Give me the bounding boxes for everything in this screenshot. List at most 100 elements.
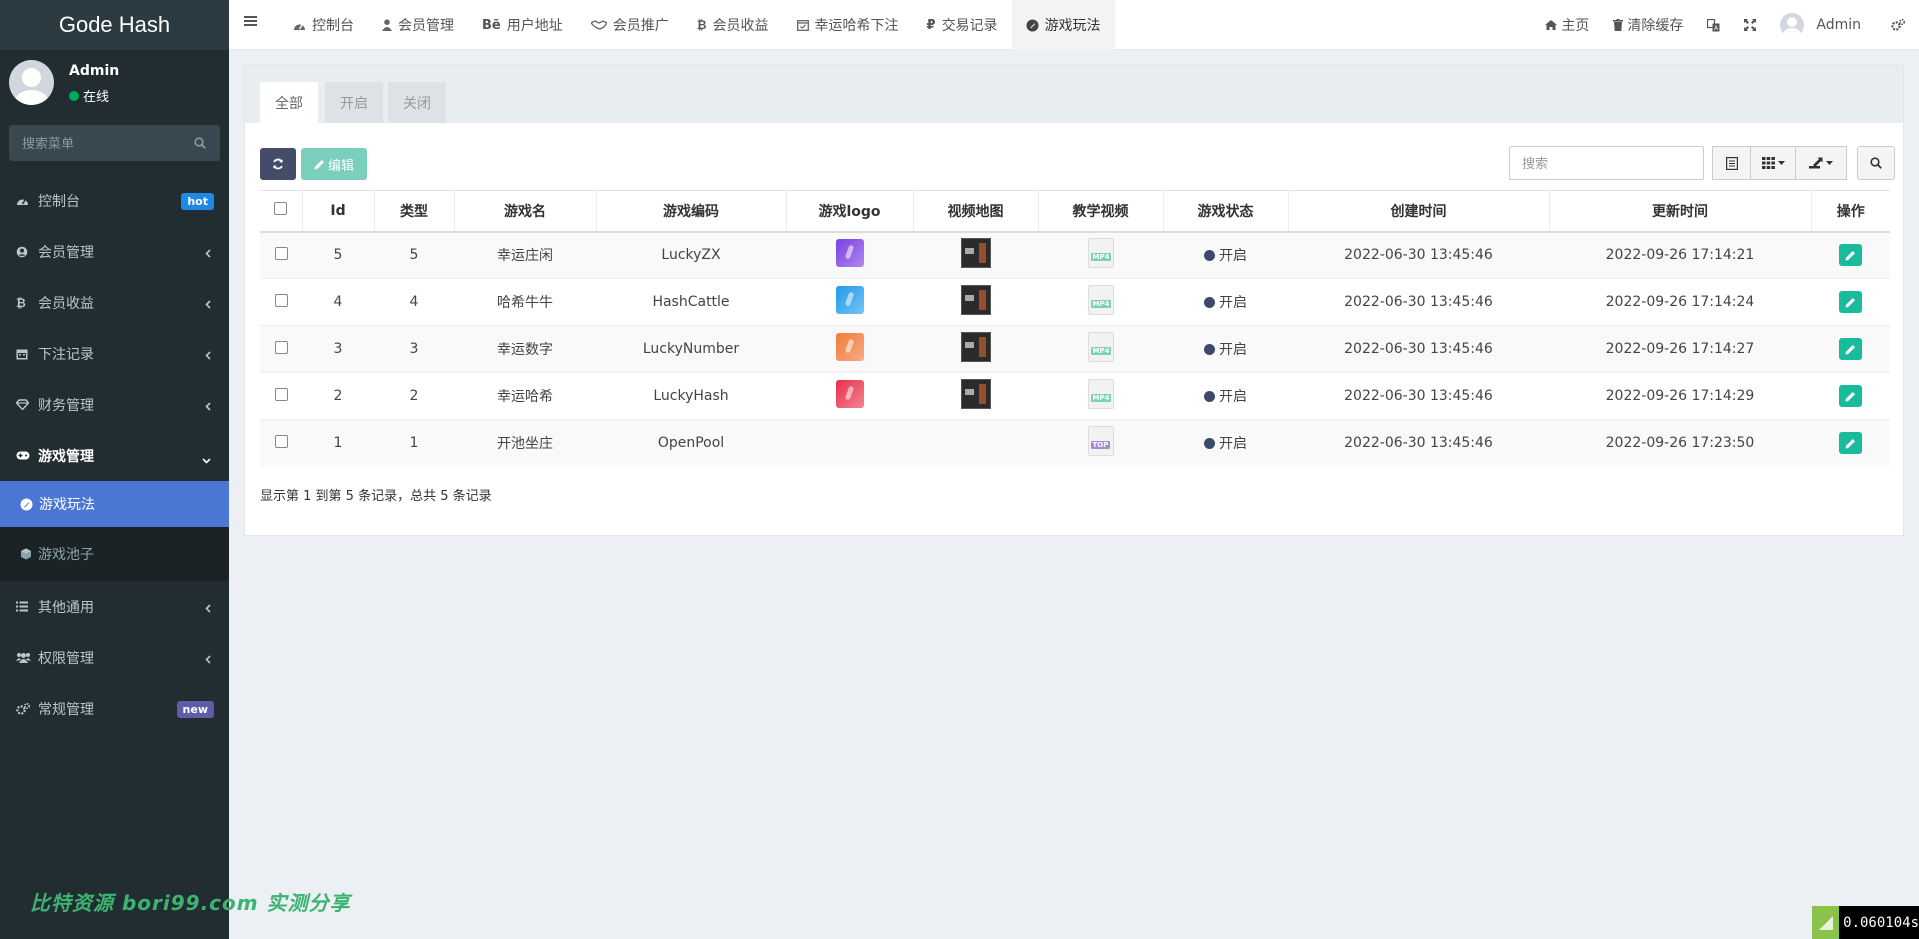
home-label: 主页 <box>1561 18 1590 34</box>
row-checkbox[interactable] <box>274 434 288 448</box>
cogs-icon <box>16 702 34 715</box>
column-header-game-code[interactable]: 游戏编码 <box>596 190 787 233</box>
select-all-checkbox[interactable] <box>274 202 288 216</box>
game-logo-image[interactable] <box>835 239 864 268</box>
tab-game-rules[interactable]: 游戏玩法 <box>1011 0 1115 50</box>
column-header-id[interactable]: Id <box>302 190 375 233</box>
list-icon <box>16 601 34 612</box>
status-label: 开启 <box>1219 389 1247 405</box>
table-row[interactable]: 5 5 幸运庄闲 LuckyZX MP4 开启 2022-06-30 13:45:46 202… <box>260 231 1890 279</box>
video-map-thumbnail[interactable] <box>960 285 991 315</box>
column-header-game-name[interactable]: 游戏名 <box>454 190 597 233</box>
row-edit-button[interactable] <box>1839 291 1862 313</box>
table-row[interactable]: 2 2 幸运哈希 LuckyHash MP4 开启 2022-06-30 13:45:46 2… <box>260 372 1890 420</box>
video-map-thumbnail[interactable] <box>960 379 991 409</box>
game-logo-image[interactable] <box>835 286 864 314</box>
app-logo[interactable]: Gode Hash <box>0 0 229 50</box>
sidebar-search-input[interactable] <box>9 125 220 161</box>
tab-all[interactable]: 全部 <box>260 82 318 123</box>
translate-button[interactable]: A <box>1695 18 1732 32</box>
sidebar-subitem-game-rules[interactable]: 游戏玩法 <box>0 481 229 527</box>
refresh-button[interactable] <box>260 148 296 180</box>
row-edit-button[interactable] <box>1839 244 1862 267</box>
sidebar-subitem-game-pool[interactable]: 游戏池子 <box>0 527 229 581</box>
video-file-icon[interactable]: MP4 <box>1087 285 1114 315</box>
user-menu[interactable]: Admin <box>1768 13 1879 37</box>
column-header-game-status[interactable]: 游戏状态 <box>1163 190 1289 233</box>
tab-transactions[interactable]: ₽ 交易记录 <box>913 0 1012 50</box>
file-type-tag: MP4 <box>1090 300 1112 308</box>
sidebar-item-permissions[interactable]: 权限管理 <box>0 632 229 683</box>
row-edit-button[interactable] <box>1839 338 1862 360</box>
toggle-view-button[interactable] <box>1712 146 1751 180</box>
columns-dropdown-button[interactable] <box>1750 146 1796 180</box>
game-logo-image[interactable] <box>835 333 864 361</box>
video-map-thumbnail[interactable] <box>960 332 991 362</box>
tab-enabled[interactable]: 开启 <box>325 82 383 123</box>
users-icon <box>16 652 34 663</box>
row-checkbox[interactable] <box>274 340 288 354</box>
search-icon[interactable] <box>194 137 206 153</box>
row-edit-button[interactable] <box>1839 432 1862 455</box>
settings-button[interactable] <box>1879 19 1919 31</box>
cell-game-code: OpenPool <box>596 419 786 467</box>
home-link[interactable]: 主页 <box>1533 15 1601 35</box>
table-search-input[interactable] <box>1509 146 1704 180</box>
row-checkbox[interactable] <box>274 246 288 260</box>
hamburger-menu-icon[interactable] <box>244 15 257 31</box>
advanced-search-button[interactable] <box>1857 146 1895 180</box>
edit-button[interactable]: 编辑 <box>301 148 367 180</box>
chevron-left-icon <box>205 652 211 668</box>
cell-game-code: LuckyHash <box>596 372 786 420</box>
row-checkbox[interactable] <box>274 293 288 307</box>
sidebar-item-finance[interactable]: 财务管理 <box>0 379 229 430</box>
fullscreen-button[interactable] <box>1732 19 1768 31</box>
table-row[interactable]: 4 4 哈希牛牛 HashCattle MP4 开启 2022-06-30 13:45:46… <box>260 278 1890 326</box>
avatar <box>1780 13 1805 37</box>
clear-cache-button[interactable]: 清除缓存 <box>1601 15 1695 35</box>
sidebar-item-general[interactable]: 常规管理 new <box>0 683 229 734</box>
cell-type: 4 <box>374 278 454 326</box>
tab-user-address[interactable]: Bē 用户地址 <box>468 0 577 50</box>
sidebar-item-dashboard[interactable]: 控制台 hot <box>0 175 229 226</box>
status-dot-icon <box>1204 390 1215 402</box>
sidebar-item-label: 游戏管理 <box>38 448 94 465</box>
table-row[interactable]: 1 1 开池坐庄 OpenPool TOP 开启 2022-06-30 13:45:46 20… <box>260 419 1890 467</box>
video-file-icon[interactable]: MP4 <box>1087 332 1114 362</box>
sidebar-item-members[interactable]: 会员管理 <box>0 226 229 277</box>
diamond-icon <box>16 399 34 410</box>
export-dropdown-button[interactable] <box>1795 146 1847 180</box>
new-badge: new <box>176 701 214 718</box>
sidebar-item-other[interactable]: 其他通用 <box>0 581 229 632</box>
sidebar-item-label: 其他通用 <box>38 599 94 616</box>
column-header-video-map[interactable]: 视频地图 <box>913 190 1039 233</box>
cell-game-name: 幸运庄闲 <box>454 231 596 279</box>
sidebar-item-game-management[interactable]: 游戏管理 <box>0 430 229 481</box>
tab-member-earnings[interactable]: ₿ 会员收益 <box>683 0 783 50</box>
sidebar-item-bet-records[interactable]: 下注记录 <box>0 328 229 379</box>
sidebar-item-member-earnings[interactable]: ₿ 会员收益 <box>0 277 229 328</box>
video-file-icon[interactable]: TOP <box>1087 426 1114 457</box>
row-checkbox[interactable] <box>274 387 288 401</box>
chevron-left-icon <box>205 348 211 364</box>
column-header-tutorial-video[interactable]: 教学视频 <box>1038 190 1164 233</box>
column-header-created-time[interactable]: 创建时间 <box>1288 190 1550 233</box>
column-header-game-logo[interactable]: 游戏logo <box>786 190 914 233</box>
user-status-label: 在线 <box>83 90 110 105</box>
clear-cache-label: 清除缓存 <box>1627 18 1684 34</box>
tab-member-promotion[interactable]: 会员推广 <box>577 0 683 50</box>
row-edit-button[interactable] <box>1839 385 1862 407</box>
video-file-icon[interactable]: MP4 <box>1087 379 1114 409</box>
tab-lucky-hash-bet[interactable]: 幸运哈希下注 <box>783 0 913 50</box>
column-header-type[interactable]: 类型 <box>374 190 455 233</box>
tab-label: 控制台 <box>312 18 354 34</box>
tab-members[interactable]: 会员管理 <box>368 0 468 50</box>
tab-disabled[interactable]: 关闭 <box>388 82 446 123</box>
table-row[interactable]: 3 3 幸运数字 LuckyNumber MP4 开启 2022-06-30 13:45:4… <box>260 325 1890 373</box>
game-logo-image[interactable] <box>835 380 864 408</box>
video-file-icon[interactable]: MP4 <box>1087 238 1114 269</box>
tab-dashboard[interactable]: 控制台 <box>279 0 368 50</box>
video-map-thumbnail[interactable] <box>960 238 991 269</box>
chevron-left-icon <box>205 399 211 415</box>
column-header-updated-time[interactable]: 更新时间 <box>1549 190 1812 233</box>
